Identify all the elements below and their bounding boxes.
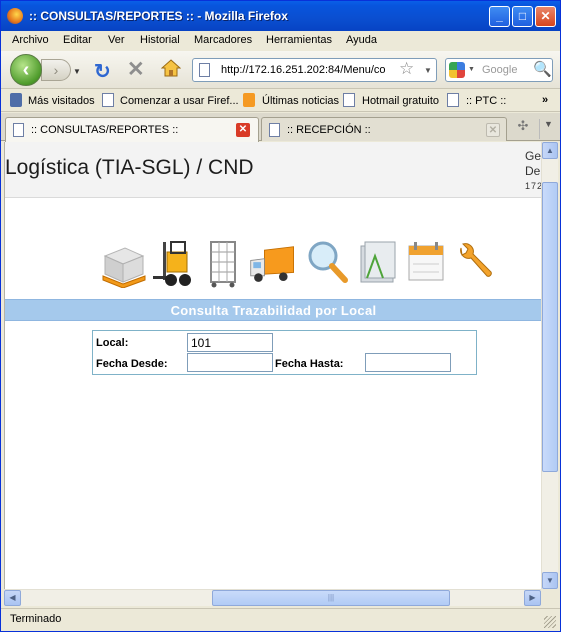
firefox-icon xyxy=(7,8,23,24)
fecha-desde-label: Fecha Desde: xyxy=(96,358,168,370)
stop-icon[interactable]: ✕ xyxy=(127,57,145,82)
google-engine-icon[interactable] xyxy=(449,62,465,78)
menu-editar[interactable]: Editar xyxy=(63,34,92,46)
close-tab-icon[interactable]: ✕ xyxy=(236,123,250,137)
module-icon-row xyxy=(5,238,541,294)
header-info-line-1: Ge xyxy=(525,149,541,163)
menu-ver[interactable]: Ver xyxy=(108,34,125,46)
bookmarks-overflow-chevron[interactable]: » xyxy=(542,94,548,106)
page-content: Logística (TIA-SGL) / CND Ge De 172 xyxy=(4,142,541,589)
browser-window: :: CONSULTAS/REPORTES :: - Mozilla Firef… xyxy=(0,0,561,632)
window-title: :: CONSULTAS/REPORTES :: - Mozilla Firef… xyxy=(29,9,288,23)
page-icon xyxy=(102,93,114,107)
tab-label: :: CONSULTAS/REPORTES :: xyxy=(31,124,179,136)
new-tab-icon[interactable]: ✣ xyxy=(511,118,535,139)
history-dropdown-icon[interactable]: ▼ xyxy=(73,67,81,76)
tab-recepcion[interactable]: :: RECEPCIÓN :: ✕ xyxy=(261,117,507,141)
menu-archivo[interactable]: Archivo xyxy=(12,34,49,46)
header-info-line-3: 172 xyxy=(525,181,541,191)
menu-marcadores[interactable]: Marcadores xyxy=(194,34,252,46)
menu-bar: Archivo Editar Ver Historial Marcadores … xyxy=(1,31,560,51)
url-text[interactable]: http://172.16.251.202:84/Menu/co xyxy=(221,64,397,76)
query-form: Local: Fecha Desde: Fecha Hasta: xyxy=(92,330,477,375)
bookmark-ptc[interactable]: :: PTC :: xyxy=(466,95,506,107)
scroll-down-icon[interactable]: ▼ xyxy=(542,572,558,589)
delivery-truck-icon[interactable] xyxy=(249,238,297,288)
header-user-info: Ge De 172 xyxy=(525,149,541,194)
status-bar: Terminado xyxy=(1,608,560,631)
section-header-bar: Consulta Trazabilidad por Local xyxy=(5,299,541,321)
search-placeholder[interactable]: Google xyxy=(482,64,517,76)
fecha-desde-input[interactable] xyxy=(187,353,273,372)
calendar-icon[interactable] xyxy=(403,238,451,288)
scroll-left-icon[interactable]: ◀ xyxy=(4,590,21,606)
title-bar[interactable]: :: CONSULTAS/REPORTES :: - Mozilla Firef… xyxy=(1,1,560,31)
scroll-up-icon[interactable]: ▲ xyxy=(542,142,558,159)
forklift-icon[interactable] xyxy=(149,238,197,288)
menu-ayuda[interactable]: Ayuda xyxy=(346,34,377,46)
bookmark-hotmail[interactable]: Hotmail gratuito xyxy=(362,95,439,107)
maximize-button[interactable]: □ xyxy=(512,6,533,27)
scroll-right-icon[interactable]: ▶ xyxy=(524,590,541,606)
site-page-icon xyxy=(199,63,210,77)
bookmark-star-icon[interactable]: ☆ xyxy=(399,59,414,79)
page-icon xyxy=(13,123,24,137)
vertical-scrollbar[interactable]: ▲ ▼ xyxy=(541,142,558,589)
page-icon xyxy=(343,93,355,107)
local-input[interactable] xyxy=(187,333,273,352)
bookmark-most-visited[interactable]: Más visitados xyxy=(28,95,95,107)
local-label: Local: xyxy=(96,337,129,349)
folders-icon[interactable] xyxy=(353,238,401,288)
page-icon xyxy=(447,93,459,107)
most-visited-icon xyxy=(10,93,22,107)
header-info-line-2: De xyxy=(525,164,541,178)
wrench-icon[interactable] xyxy=(451,238,499,288)
status-text: Terminado xyxy=(10,613,62,625)
fecha-hasta-label: Fecha Hasta: xyxy=(275,358,344,370)
page-title: Logística (TIA-SGL) / CND xyxy=(5,156,254,179)
rolling-cage-icon[interactable] xyxy=(203,238,251,288)
section-title: Consulta Trazabilidad por Local xyxy=(170,303,377,318)
page-header: Logística (TIA-SGL) / CND Ge De 172 xyxy=(5,142,541,198)
bookmark-getting-started[interactable]: Comenzar a usar Firef... xyxy=(120,95,239,107)
tab-list-dropdown-icon[interactable]: ▼ xyxy=(539,119,557,139)
search-go-icon[interactable]: 🔍 xyxy=(533,60,552,78)
search-bar[interactable]: ▼ Google 🔍 xyxy=(445,58,553,82)
search-engine-dropdown-icon[interactable]: ▼ xyxy=(468,66,475,73)
close-tab-icon[interactable]: ✕ xyxy=(486,123,500,137)
minimize-button[interactable]: _ xyxy=(489,6,510,27)
bookmark-latest-news[interactable]: Últimas noticias xyxy=(262,95,339,107)
pallet-box-icon[interactable] xyxy=(99,238,147,288)
horizontal-scrollbar[interactable]: ◀ ||| ▶ xyxy=(4,589,541,606)
rss-feed-icon xyxy=(243,93,255,107)
vertical-scroll-thumb[interactable] xyxy=(542,182,558,472)
forward-button[interactable]: › xyxy=(41,59,71,81)
address-bar[interactable]: http://172.16.251.202:84/Menu/co ☆ ▼ xyxy=(192,58,437,82)
back-button[interactable]: ‹ xyxy=(10,54,42,86)
menu-herramientas[interactable]: Herramientas xyxy=(266,34,332,46)
menu-historial[interactable]: Historial xyxy=(140,34,180,46)
fecha-hasta-input[interactable] xyxy=(365,353,451,372)
tab-consultas-reportes[interactable]: :: CONSULTAS/REPORTES :: ✕ xyxy=(5,117,259,142)
horizontal-scroll-thumb[interactable]: ||| xyxy=(212,590,450,606)
tab-label: :: RECEPCIÓN :: xyxy=(287,124,371,136)
url-dropdown-icon[interactable]: ▼ xyxy=(424,66,432,75)
magnifier-icon[interactable] xyxy=(305,238,353,288)
home-icon[interactable] xyxy=(161,59,181,77)
reload-icon[interactable]: ↻ xyxy=(94,59,111,84)
page-icon xyxy=(269,123,280,137)
resize-grip-icon[interactable] xyxy=(544,616,556,628)
close-window-button[interactable]: ✕ xyxy=(535,6,556,27)
